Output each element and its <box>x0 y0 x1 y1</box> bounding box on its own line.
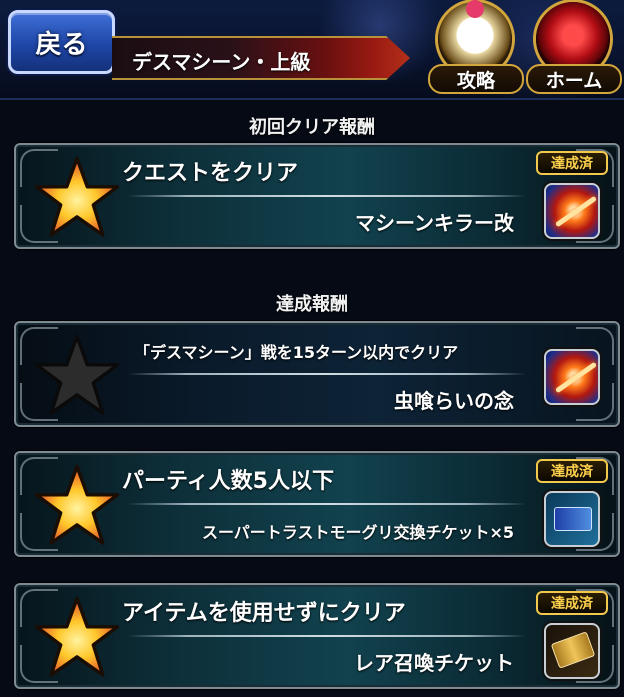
condition-text: アイテムを使用せずにクリア <box>122 601 406 626</box>
top-bar: 戻る デスマシーン・上級 攻略 ホーム <box>0 0 624 100</box>
gold-star-icon <box>34 464 120 545</box>
completed-badge: 達成済 <box>536 459 608 483</box>
reward-card[interactable]: 「デスマシーン」戦を15ターン以内でクリア 虫喰らいの念 <box>14 321 620 427</box>
reward-text: マシーンキラー改 <box>355 211 514 235</box>
quest-title: デスマシーン・上級 <box>132 50 311 74</box>
gold-ticket-shape <box>550 631 596 669</box>
slash-streak <box>554 361 598 394</box>
strategy-button[interactable]: 攻略 <box>428 0 524 94</box>
condition-text: 「デスマシーン」戦を15ターン以内でクリア <box>134 343 459 362</box>
reward-card[interactable]: パーティ人数5人以下 スーパートラストモーグリ交換チケット×5 達成済 <box>14 451 620 557</box>
reward-text: スーパートラストモーグリ交換チケット×5 <box>201 523 514 542</box>
ticket-icon[interactable] <box>544 491 600 547</box>
reward-text: レア召喚チケット <box>354 651 514 675</box>
home-label: ホーム <box>526 64 622 94</box>
home-button[interactable]: ホーム <box>526 2 622 94</box>
reward-card[interactable]: クエストをクリア マシーンキラー改 達成済 <box>14 143 620 249</box>
slash-streak <box>554 195 598 228</box>
gold-star-icon <box>34 156 120 237</box>
ticket-shape <box>554 507 592 531</box>
condition-text: パーティ人数5人以下 <box>122 469 334 494</box>
completed-badge: 達成済 <box>536 151 608 175</box>
weapon-icon[interactable] <box>544 349 600 405</box>
condition-text: クエストをクリア <box>122 161 299 186</box>
empty-star-icon <box>34 334 120 415</box>
gold-ticket-icon[interactable] <box>544 623 600 679</box>
weapon-icon[interactable] <box>544 183 600 239</box>
strategy-label: 攻略 <box>428 64 524 94</box>
back-button[interactable]: 戻る <box>8 10 115 74</box>
divider <box>128 195 526 197</box>
reward-text: 虫喰らいの念 <box>394 389 514 413</box>
section-heading-first-clear: 初回クリア報酬 <box>249 117 375 138</box>
divider <box>128 373 526 375</box>
reward-card[interactable]: アイテムを使用せずにクリア レア召喚チケット 達成済 <box>14 583 620 689</box>
completed-badge: 達成済 <box>536 591 608 615</box>
moogle-pom <box>466 0 484 18</box>
divider <box>128 635 526 637</box>
gold-star-icon <box>34 596 120 677</box>
section-heading-achievement: 達成報酬 <box>276 294 348 315</box>
divider <box>128 503 526 505</box>
